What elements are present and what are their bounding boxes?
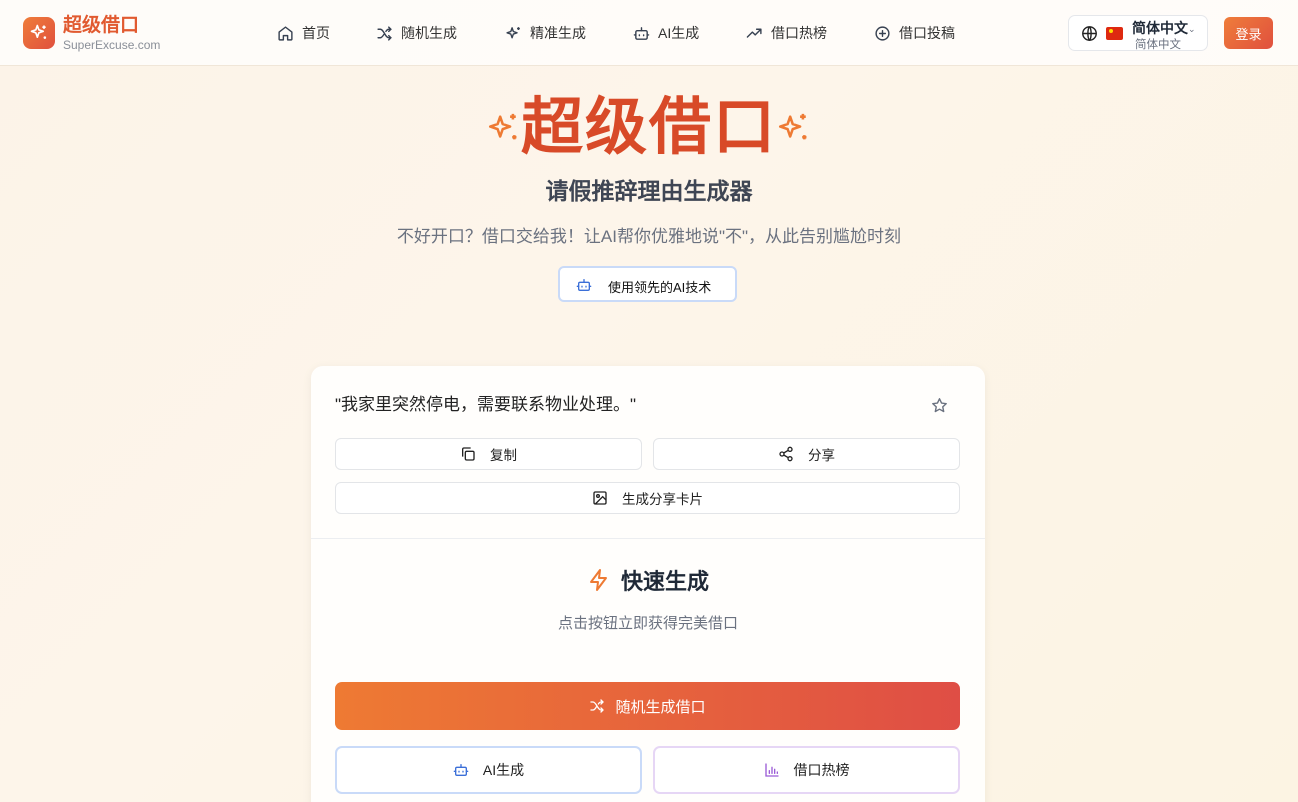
random-generate-button[interactable]: 随机生成借口: [335, 682, 960, 730]
share-button[interactable]: 分享: [653, 438, 960, 470]
ranking-button[interactable]: 借口热榜: [653, 746, 960, 794]
nav-item-ai[interactable]: AI生成: [633, 22, 699, 44]
lightning-icon: [589, 569, 607, 591]
logo-subtitle: SuperExcuse.com: [63, 38, 161, 52]
nav-label: AI生成: [658, 25, 700, 41]
bot-icon: [633, 26, 650, 40]
share-card-label: 生成分享卡片: [622, 492, 703, 507]
nav-item-submit[interactable]: 借口投稿: [874, 22, 955, 44]
nav-item-home[interactable]: 首页: [277, 22, 330, 44]
share-card-button[interactable]: 生成分享卡片: [335, 482, 960, 514]
copy-icon: [462, 447, 475, 461]
login-button[interactable]: 登录: [1224, 17, 1273, 49]
excuse-card: "我家里突然停电，需要联系物业处理。" 复制 分享 生成分享卡片 快速生成 点击…: [311, 366, 985, 802]
sparkle-right-icon: [778, 113, 807, 140]
hero-title: 超级借口: [520, 93, 777, 162]
top-nav: 超级借口 SuperExcuse.com 首页 随机生成 精准生成 AI生成 借…: [0, 0, 1298, 66]
quick-generate-heading: 快速生成: [311, 564, 985, 596]
nav-label: 精准生成: [530, 25, 586, 41]
chevron-down-icon: ⌄: [1188, 24, 1196, 34]
language-selector[interactable]: 简体中文 简体中文 ⌄: [1068, 15, 1208, 51]
bar-chart-icon: [764, 763, 779, 777]
image-icon: [593, 491, 607, 505]
ai-generate-button[interactable]: AI生成: [335, 746, 642, 794]
shuffle-icon: [590, 699, 605, 713]
trending-up-icon: [746, 28, 762, 38]
ai-generate-label: AI生成: [482, 762, 525, 778]
ai-tech-badge: 使用领先的AI技术: [558, 266, 737, 302]
copy-button[interactable]: 复制: [335, 438, 642, 470]
share-label: 分享: [808, 448, 835, 463]
globe-icon: [1082, 26, 1097, 41]
china-flag-icon: [1106, 27, 1123, 40]
bot-icon: [576, 279, 592, 291]
nav-item-precise[interactable]: 精准生成: [505, 22, 586, 44]
copy-label: 复制: [490, 448, 517, 463]
nav-label: 首页: [302, 25, 330, 41]
nav-label: 借口投稿: [899, 25, 955, 41]
home-icon: [278, 25, 293, 41]
excuse-text: "我家里突然停电，需要联系物业处理。": [335, 395, 637, 414]
quick-description: 点击按钮立即获得完美借口: [557, 615, 738, 632]
nav-label: 借口热榜: [771, 25, 827, 41]
nav-item-ranking[interactable]: 借口热榜: [746, 22, 827, 44]
quick-title: 快速生成: [620, 569, 709, 594]
ai-badge-label: 使用领先的AI技术: [608, 280, 712, 295]
bot-icon: [453, 764, 469, 776]
logo-icon[interactable]: [23, 17, 55, 49]
shuffle-icon: [377, 25, 392, 41]
ranking-label: 借口热榜: [793, 762, 850, 778]
nav-label: 随机生成: [401, 25, 457, 41]
logo-title[interactable]: 超级借口: [63, 15, 139, 37]
language-main-label: 简体中文: [1132, 20, 1188, 36]
share-icon: [779, 446, 793, 462]
divider: [311, 538, 985, 539]
plus-circle-icon: [875, 25, 890, 41]
language-sub-label: 简体中文: [1135, 39, 1181, 51]
star-icon[interactable]: [931, 397, 948, 414]
nav-item-random[interactable]: 随机生成: [376, 22, 457, 44]
hero-description: 不好开口？借口交给我！让AI帮你优雅地说"不"，从此告别尴尬时刻: [396, 227, 902, 246]
hero-subtitle: 请假推辞理由生成器: [545, 178, 753, 204]
sparkles-icon: [506, 26, 520, 38]
random-generate-label: 随机生成借口: [615, 698, 706, 716]
